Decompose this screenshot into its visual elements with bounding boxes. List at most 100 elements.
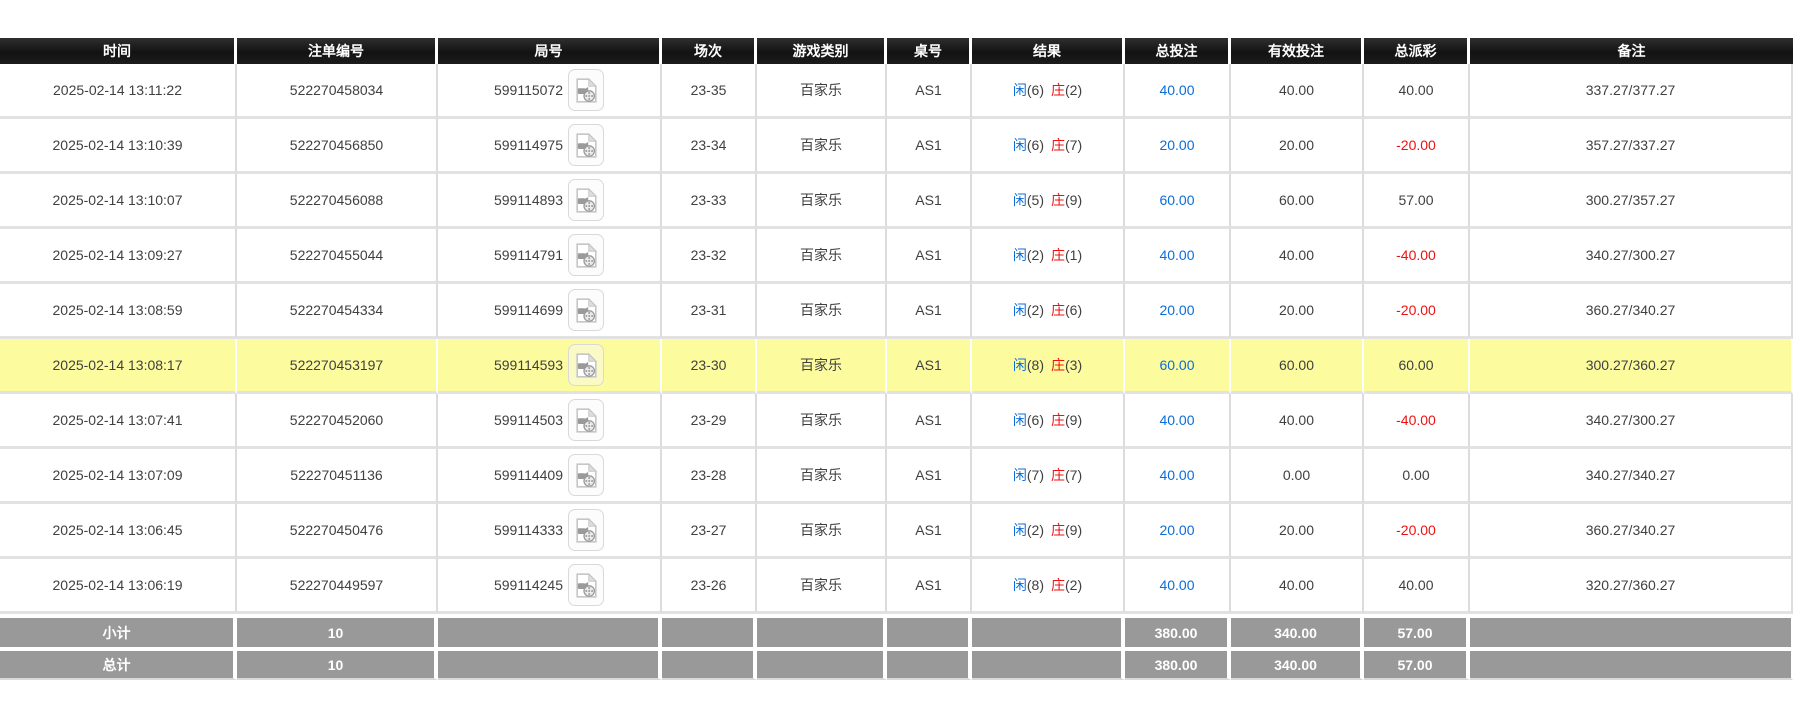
video-replay-button[interactable] — [568, 454, 604, 496]
cell-game-type: 百家乐 — [757, 64, 887, 119]
cell-remark: 340.27/340.27 — [1470, 449, 1793, 504]
cell-game-type: 百家乐 — [757, 229, 887, 284]
col-header-round_id: 局号 — [438, 38, 662, 64]
result-banker-label: 庄 — [1051, 412, 1065, 428]
result-banker-label: 庄 — [1051, 247, 1065, 263]
game-type-text: 百家乐 — [800, 522, 842, 538]
bet-id-text: 522270450476 — [290, 522, 383, 538]
summary-empty-cell — [1470, 647, 1793, 680]
cell-total-bet: 40.00 — [1125, 64, 1231, 119]
payout-text: -20.00 — [1396, 522, 1436, 538]
result-player-label: 闲 — [1013, 522, 1027, 538]
result-player-points: (5) — [1027, 192, 1044, 208]
result-player-points: (2) — [1027, 522, 1044, 538]
summary-empty-cell — [887, 647, 972, 680]
col-header-valid_bet: 有效投注 — [1231, 38, 1364, 64]
total-bet-link[interactable]: 20.00 — [1159, 137, 1194, 153]
summary-label: 总计 — [103, 657, 131, 673]
total-bet-link[interactable]: 40.00 — [1159, 412, 1194, 428]
video-replay-button[interactable] — [568, 564, 604, 606]
cell-payout: -20.00 — [1364, 504, 1470, 559]
video-replay-icon — [576, 243, 597, 268]
total-bet-link[interactable]: 60.00 — [1159, 357, 1194, 373]
cell-remark: 300.27/357.27 — [1470, 174, 1793, 229]
cell-bet-id: 522270456850 — [237, 119, 438, 174]
summary-count-cell: 10 — [237, 647, 438, 680]
table-no-text: AS1 — [915, 82, 941, 98]
video-replay-button[interactable] — [568, 69, 604, 111]
round-id-text: 599115072 — [494, 82, 563, 98]
remark-text: 360.27/340.27 — [1586, 522, 1676, 538]
summary-total-bet: 380.00 — [1155, 657, 1198, 673]
cell-session: 23-34 — [662, 119, 757, 174]
cell-table-no: AS1 — [887, 394, 972, 449]
video-replay-button[interactable] — [568, 179, 604, 221]
table-no-text: AS1 — [915, 467, 941, 483]
video-replay-button[interactable] — [568, 399, 604, 441]
video-replay-button[interactable] — [568, 234, 604, 276]
cell-valid-bet: 0.00 — [1231, 449, 1364, 504]
summary-count: 10 — [328, 625, 344, 641]
summary-payout: 57.00 — [1397, 657, 1432, 673]
cell-round-id: 599114593 — [438, 339, 662, 394]
video-replay-button[interactable] — [568, 289, 604, 331]
cell-bet-id: 522270458034 — [237, 64, 438, 119]
col-header-table_no: 桌号 — [887, 38, 972, 64]
cell-game-type: 百家乐 — [757, 174, 887, 229]
total-bet-link[interactable]: 60.00 — [1159, 192, 1194, 208]
summary-empty-cell — [662, 614, 757, 647]
table-footer: 小计 10 380.00 340.00 57.00 总计 10 380.00 3… — [0, 614, 1793, 680]
cell-bet-id: 522270454334 — [237, 284, 438, 339]
game-type-text: 百家乐 — [800, 192, 842, 208]
summary-payout-cell: 57.00 — [1364, 614, 1470, 647]
summary-payout-cell: 57.00 — [1364, 647, 1470, 680]
cell-result: 闲(6)庄(9) — [972, 394, 1125, 449]
cell-payout: -40.00 — [1364, 394, 1470, 449]
video-replay-button[interactable] — [568, 509, 604, 551]
video-replay-button[interactable] — [568, 124, 604, 166]
cell-total-bet: 40.00 — [1125, 559, 1231, 614]
total-bet-link[interactable]: 40.00 — [1159, 247, 1194, 263]
cell-game-type: 百家乐 — [757, 284, 887, 339]
total-bet-link[interactable]: 20.00 — [1159, 522, 1194, 538]
valid-bet-text: 60.00 — [1279, 357, 1314, 373]
cell-bet-id: 522270452060 — [237, 394, 438, 449]
total-bet-link[interactable]: 20.00 — [1159, 302, 1194, 318]
time-text: 2025-02-14 13:11:22 — [53, 82, 182, 98]
cell-valid-bet: 40.00 — [1231, 559, 1364, 614]
result-player-label: 闲 — [1013, 577, 1027, 593]
cell-remark: 357.27/337.27 — [1470, 119, 1793, 174]
payout-text: -20.00 — [1396, 137, 1436, 153]
cell-valid-bet: 60.00 — [1231, 174, 1364, 229]
cell-round-id: 599114503 — [438, 394, 662, 449]
result-player-points: (6) — [1027, 137, 1044, 153]
total-bet-link[interactable]: 40.00 — [1159, 577, 1194, 593]
video-replay-icon — [576, 408, 597, 433]
cell-remark: 300.27/360.27 — [1470, 339, 1793, 394]
bet-id-text: 522270454334 — [290, 302, 383, 318]
cell-valid-bet: 20.00 — [1231, 119, 1364, 174]
result-player-points: (2) — [1027, 247, 1044, 263]
result-banker-points: (7) — [1065, 467, 1082, 483]
video-replay-button[interactable] — [568, 344, 604, 386]
remark-text: 340.27/300.27 — [1586, 247, 1676, 263]
cell-round-id: 599114245 — [438, 559, 662, 614]
result-banker-label: 庄 — [1051, 577, 1065, 593]
result-banker-label: 庄 — [1051, 467, 1065, 483]
table-no-text: AS1 — [915, 522, 941, 538]
cell-result: 闲(5)庄(9) — [972, 174, 1125, 229]
total-bet-link[interactable]: 40.00 — [1159, 467, 1194, 483]
cell-game-type: 百家乐 — [757, 119, 887, 174]
total-bet-link[interactable]: 40.00 — [1159, 82, 1194, 98]
summary-valid-bet-cell: 340.00 — [1231, 614, 1364, 647]
table-no-text: AS1 — [915, 577, 941, 593]
cell-payout: -40.00 — [1364, 229, 1470, 284]
cell-bet-id: 522270449597 — [237, 559, 438, 614]
summary-empty-cell — [1470, 614, 1793, 647]
payout-text: -40.00 — [1396, 412, 1436, 428]
cell-payout: 60.00 — [1364, 339, 1470, 394]
table-row: 2025-02-14 13:10:39 522270456850 5991149… — [0, 119, 1793, 174]
valid-bet-text: 20.00 — [1279, 522, 1314, 538]
summary-empty-cell — [438, 614, 662, 647]
cell-result: 闲(6)庄(7) — [972, 119, 1125, 174]
